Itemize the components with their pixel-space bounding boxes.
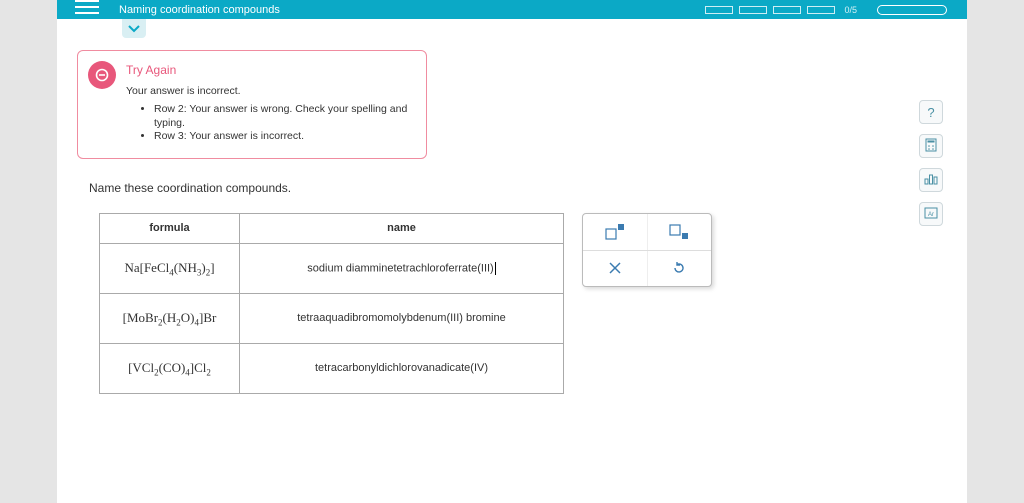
reset-button[interactable]	[647, 251, 712, 286]
bar-chart-icon	[924, 173, 938, 188]
col-header-name: name	[240, 213, 564, 243]
feedback-subtitle: Your answer is incorrect.	[126, 85, 412, 97]
question-prompt: Name these coordination compounds.	[89, 181, 877, 195]
feedback-list: Row 2: Your answer is wrong. Check your …	[126, 103, 412, 144]
chevron-down-icon	[128, 22, 140, 36]
expand-button[interactable]	[122, 19, 146, 38]
lesson-title: Naming coordination compounds	[119, 4, 280, 16]
table-row: [MoBr2(H2O)4]Br tetraaquadibromomolybdenu…	[100, 293, 564, 343]
calculator-icon	[925, 138, 937, 155]
formula-text: Na[FeCl4(NH3)2]	[124, 260, 214, 275]
name-input-text: sodium diamminetetrachloroferrate(III)	[307, 262, 493, 274]
text-cursor	[495, 262, 496, 275]
feedback-item: Row 3: Your answer is incorrect.	[154, 130, 412, 144]
undo-icon	[672, 261, 686, 275]
clear-button[interactable]	[583, 251, 647, 286]
name-input-text: tetraaquadibromomolybdenum(III) bromine	[297, 312, 506, 324]
subscript-icon	[668, 224, 690, 240]
top-bar: Naming coordination compounds 0/5	[57, 0, 967, 19]
feedback-panel: Try Again Your answer is incorrect. Row …	[77, 50, 427, 159]
progress-segment	[773, 6, 801, 14]
calculator-button[interactable]	[919, 134, 943, 158]
name-input-text: tetracarbonyldichlorovanadicate(IV)	[315, 362, 488, 374]
stats-button[interactable]	[919, 168, 943, 192]
periodic-table-button[interactable]: Ar	[919, 202, 943, 226]
question-icon: ?	[927, 105, 934, 120]
table-row: [VCl2(CO)4]Cl2 tetracarbonyldichlorovanad…	[100, 343, 564, 393]
formula-cell: [VCl2(CO)4]Cl2	[100, 343, 240, 393]
feedback-item: Row 2: Your answer is wrong. Check your …	[154, 103, 412, 130]
formula-cell: [MoBr2(H2O)4]Br	[100, 293, 240, 343]
name-cell[interactable]: tetraaquadibromomolybdenum(III) bromine	[240, 293, 564, 343]
name-cell[interactable]: tetracarbonyldichlorovanadicate(IV)	[240, 343, 564, 393]
periodic-table-icon: Ar	[924, 207, 938, 222]
side-toolbar: ?	[919, 100, 943, 226]
feedback-title: Try Again	[126, 63, 412, 77]
close-icon	[609, 262, 621, 274]
compound-table: formula name Na[FeCl4(NH3)2] sodium diamm…	[99, 213, 564, 394]
name-cell[interactable]: sodium diamminetetrachloroferrate(III)	[240, 243, 564, 293]
retry-icon	[88, 61, 116, 89]
header-action-button[interactable]	[877, 5, 947, 15]
progress-segment	[807, 6, 835, 14]
col-header-formula: formula	[100, 213, 240, 243]
progress-segment	[705, 6, 733, 14]
answer-toolbox	[582, 213, 712, 287]
menu-icon[interactable]	[75, 0, 99, 14]
svg-text:Ar: Ar	[928, 212, 934, 218]
table-row: Na[FeCl4(NH3)2] sodium diamminetetrachlor…	[100, 243, 564, 293]
progress-segment	[739, 6, 767, 14]
superscript-button[interactable]	[583, 214, 647, 250]
help-button[interactable]: ?	[919, 100, 943, 124]
superscript-icon	[604, 224, 626, 240]
formula-text: [VCl2(CO)4]Cl2	[128, 360, 211, 375]
formula-text: [MoBr2(H2O)4]Br	[123, 310, 217, 325]
progress-count: 0/5	[844, 5, 857, 15]
formula-cell: Na[FeCl4(NH3)2]	[100, 243, 240, 293]
subscript-button[interactable]	[647, 214, 712, 250]
